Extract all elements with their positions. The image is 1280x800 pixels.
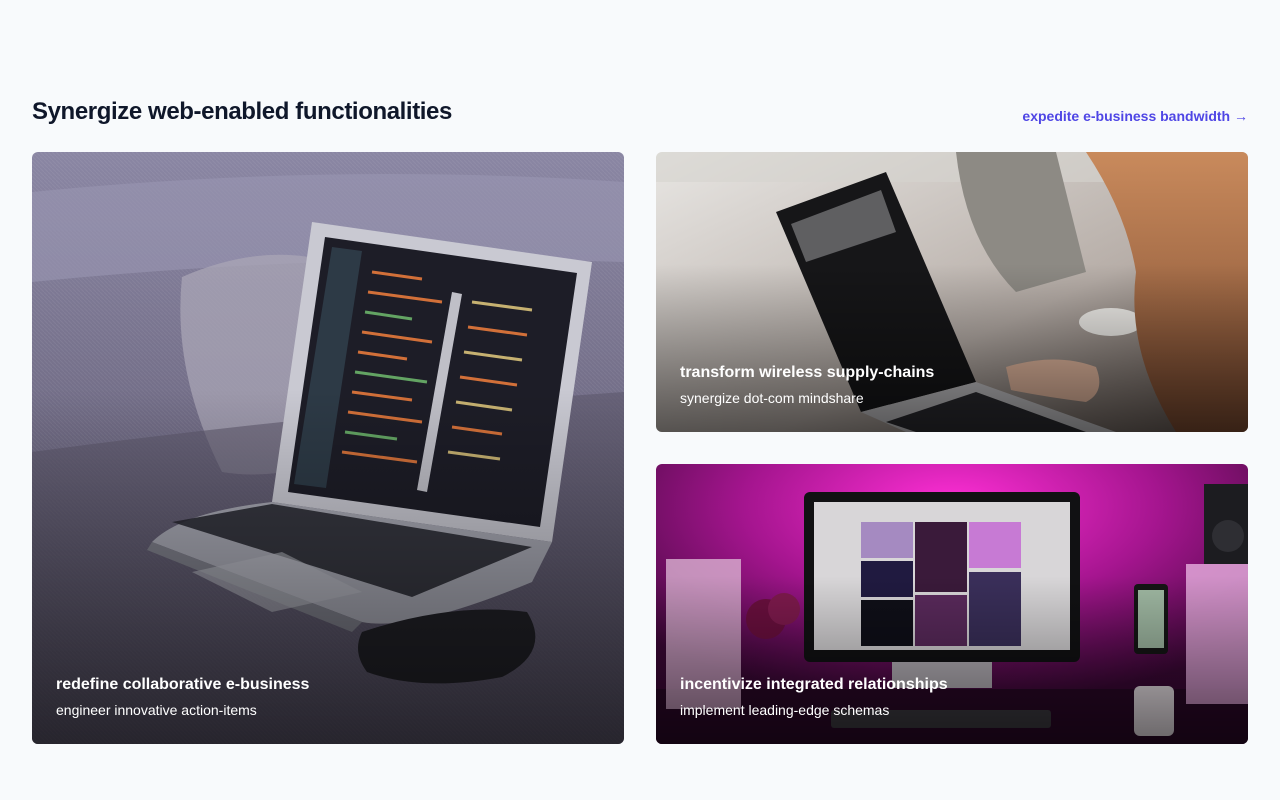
section-header: Synergize web-enabled functionalities ex… (32, 96, 1248, 152)
card-title: transform wireless supply-chains (680, 364, 935, 381)
feature-card[interactable]: redefine collaborative e-business engine… (32, 152, 624, 744)
card-caption: transform wireless supply-chains synergi… (680, 364, 934, 406)
card-subtitle: synergize dot-com mindshare (680, 390, 864, 406)
feature-card[interactable]: transform wireless supply-chains synergi… (656, 152, 1248, 432)
card-title: redefine collaborative e-business (56, 676, 310, 693)
card-subtitle: engineer innovative action-items (56, 702, 257, 718)
card-subtitle: implement leading-edge schemas (680, 702, 890, 718)
card-title: incentivize integrated relationships (680, 676, 948, 693)
section-title: Synergize web-enabled functionalities (32, 98, 452, 125)
card-caption: redefine collaborative e-business engine… (56, 676, 309, 718)
card-caption: incentivize integrated relationships imp… (680, 676, 948, 718)
view-all-link[interactable]: expedite e-business bandwidth → (1022, 108, 1248, 124)
feature-card[interactable]: incentivize integrated relationships imp… (656, 464, 1248, 744)
featured-section: Synergize web-enabled functionalities ex… (32, 96, 1248, 744)
